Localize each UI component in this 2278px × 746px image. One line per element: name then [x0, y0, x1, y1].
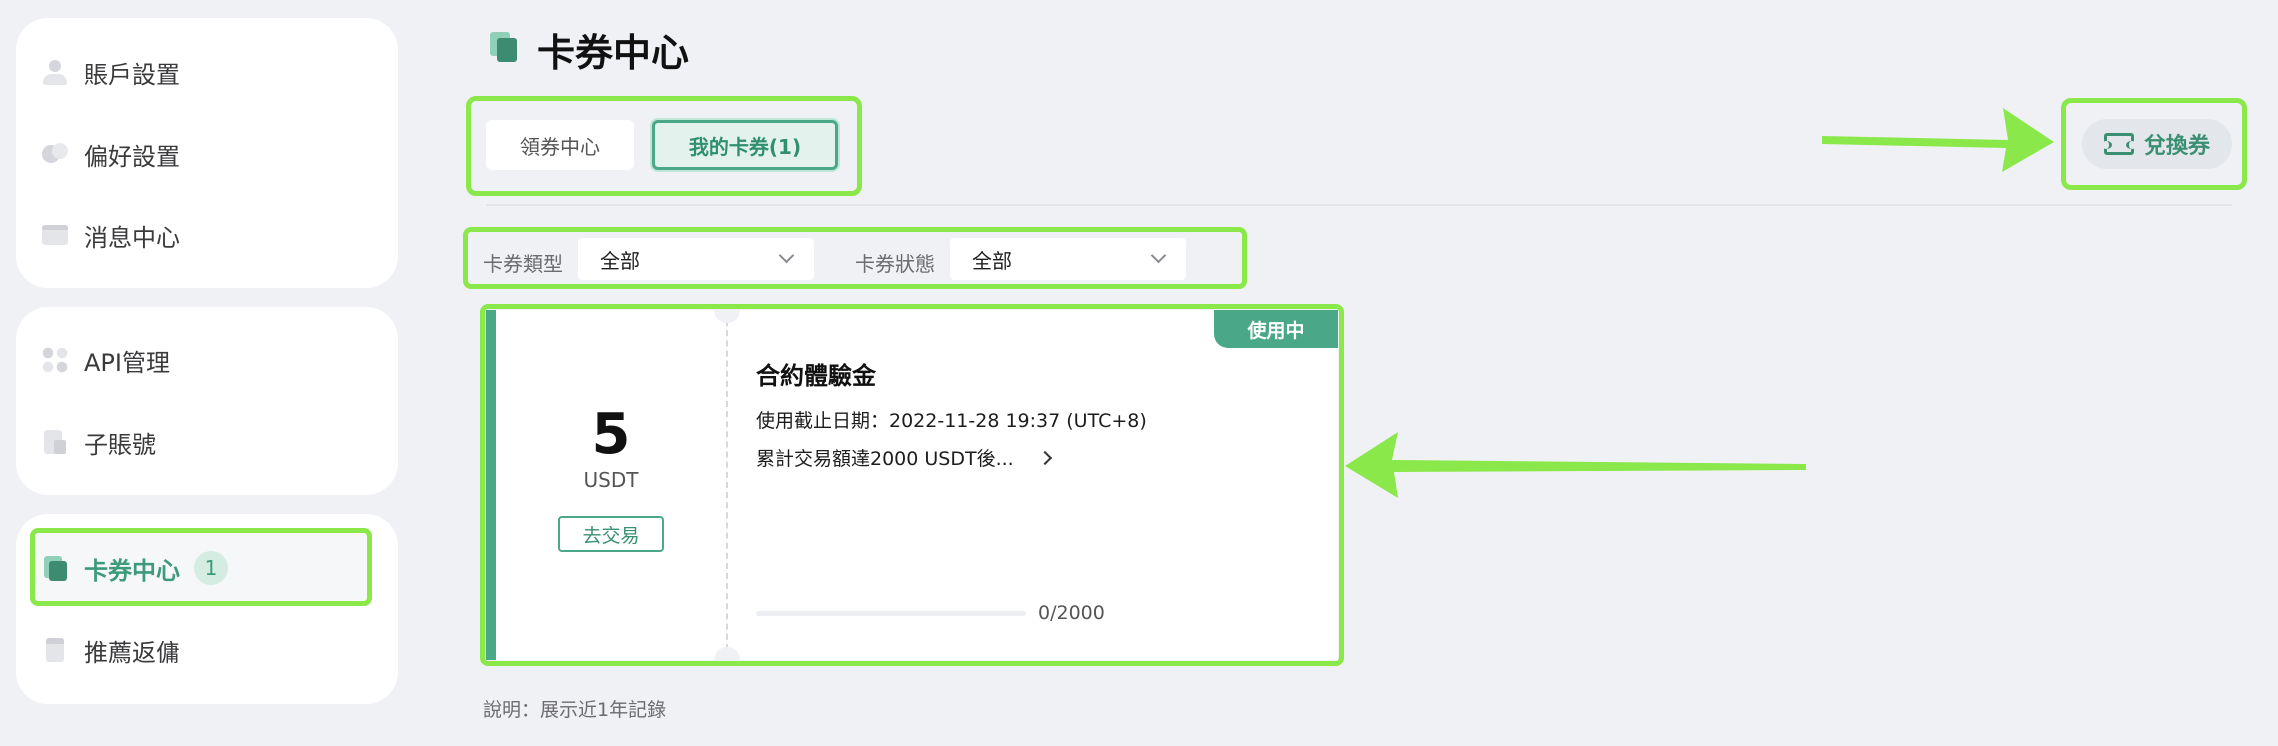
page-title: 卡券中心 [537, 31, 690, 75]
progress-text: 0/2000 [1038, 602, 1105, 624]
sidebar-item-preferences[interactable]: 偏好設置 [40, 134, 180, 174]
card-accent-stripe [486, 310, 496, 660]
coupon-status-select[interactable]: 全部 [950, 238, 1186, 280]
referral-icon [40, 635, 70, 665]
preferences-icon [40, 139, 70, 169]
sidebar-item-label: 推薦返傭 [84, 638, 180, 667]
sidebar-item-label: 消息中心 [84, 223, 180, 252]
arrow-to-redeem-icon [1822, 108, 2054, 172]
sidebar-item-label: 子賬號 [84, 430, 156, 459]
coupon-title: 合約體驗金 [756, 362, 876, 390]
divider [486, 204, 2232, 206]
footnote: 說明：展示近1年記錄 [483, 699, 667, 721]
sidebar-item-label: 偏好設置 [84, 142, 180, 171]
card-notch [714, 647, 740, 660]
coupon-status-label: 卡券狀態 [855, 252, 935, 276]
sidebar-item-account-settings[interactable]: 賬戶設置 [40, 52, 180, 92]
card-perforation [726, 310, 728, 660]
api-icon [40, 345, 70, 375]
coupon-type-select[interactable]: 全部 [578, 238, 814, 280]
sidebar-item-message-center[interactable]: 消息中心 [40, 215, 180, 255]
coupon-type-value: 全部 [600, 248, 640, 273]
sidebar-item-referral[interactable]: 推薦返傭 [40, 630, 180, 670]
count-badge: 1 [194, 551, 228, 585]
coupon-center-icon [490, 32, 520, 62]
go-trade-button[interactable]: 去交易 [558, 516, 664, 552]
status-badge: 使用中 [1214, 310, 1338, 348]
sidebar-item-api-management[interactable]: API管理 [40, 340, 170, 380]
sidebar-group-api [16, 307, 398, 495]
arrow-to-card-icon [1345, 432, 1806, 498]
coupon-expiry: 使用截止日期：2022-11-28 19:37 (UTC+8) [756, 410, 1147, 432]
sidebar-item-coupon-center[interactable]: 卡券中心 1 [40, 548, 228, 588]
progress-track [756, 611, 1026, 616]
coupon-condition[interactable]: 累計交易額達2000 USDT後... [756, 444, 1052, 471]
chevron-down-icon [778, 247, 795, 264]
sidebar-item-sub-account[interactable]: 子賬號 [40, 422, 156, 462]
chevron-down-icon [1150, 247, 1167, 264]
sub-account-icon [40, 427, 70, 457]
tab-claim-center[interactable]: 領券中心 [486, 120, 634, 170]
ticket-icon [2100, 133, 2137, 155]
tab-my-coupons[interactable]: 我的卡券(1) [652, 120, 838, 170]
redeem-label: 兌換券 [2143, 134, 2210, 159]
sidebar-item-label: 卡券中心 [84, 556, 180, 585]
message-icon [40, 220, 70, 250]
coupon-status-value: 全部 [972, 248, 1012, 273]
coupon-icon [40, 553, 70, 583]
coupon-currency: USDT [583, 468, 639, 492]
chevron-right-icon [1037, 450, 1052, 465]
user-icon [40, 57, 70, 87]
coupon-amount: 5 [591, 402, 631, 467]
coupon-card: 5 USDT 去交易 使用中 合約體驗金 使用截止日期：2022-11-28 1… [486, 310, 1338, 660]
sidebar-item-label: API管理 [84, 348, 170, 377]
card-notch [714, 310, 740, 323]
coupon-type-label: 卡券類型 [483, 252, 563, 276]
redeem-button[interactable]: 兌換券 [2082, 119, 2232, 169]
coupon-condition-text: 累計交易額達2000 USDT後... [756, 448, 1014, 470]
sidebar-item-label: 賬戶設置 [84, 60, 180, 89]
